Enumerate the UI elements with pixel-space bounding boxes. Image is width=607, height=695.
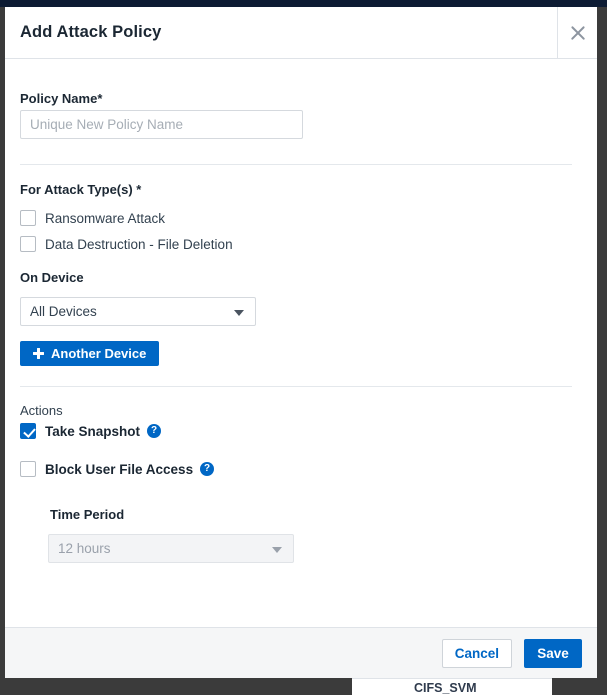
dialog-title: Add Attack Policy xyxy=(20,23,161,42)
add-another-device-button[interactable]: Another Device xyxy=(20,341,159,366)
dialog-header: Add Attack Policy xyxy=(5,7,597,59)
checkbox-row-block-user-file-access[interactable]: Block User File Access ? xyxy=(20,461,214,477)
policy-name-label: Policy Name* xyxy=(20,91,102,106)
help-icon-take-snapshot[interactable]: ? xyxy=(147,424,161,438)
checkbox-block-user-file-access[interactable] xyxy=(20,461,36,477)
chevron-down-icon xyxy=(234,310,244,316)
dialog-body: Policy Name* For Attack Type(s) * Ransom… xyxy=(5,59,597,627)
add-another-device-label: Another Device xyxy=(51,346,146,361)
checkbox-row-data-destruction[interactable]: Data Destruction - File Deletion xyxy=(20,236,233,252)
help-icon-block-user-file-access[interactable]: ? xyxy=(200,462,214,476)
actions-label: Actions xyxy=(20,403,63,418)
screen: CIFS_SVM Add Attack Policy Policy Name* … xyxy=(0,0,607,695)
page-scrollbar-right[interactable] xyxy=(597,7,607,695)
divider-2 xyxy=(20,386,572,387)
save-button[interactable]: Save xyxy=(524,639,582,668)
on-device-select[interactable]: All Devices xyxy=(20,297,256,326)
chevron-down-icon-time-period xyxy=(272,547,282,553)
checkbox-row-ransomware-attack[interactable]: Ransomware Attack xyxy=(20,210,165,226)
close-icon xyxy=(569,24,587,42)
divider-1 xyxy=(20,164,572,165)
on-device-label: On Device xyxy=(20,270,84,285)
time-period-selected-value: 12 hours xyxy=(49,541,111,556)
time-period-select[interactable]: 12 hours xyxy=(48,534,294,563)
time-period-label: Time Period xyxy=(50,507,124,522)
close-button[interactable] xyxy=(557,7,597,58)
app-top-bar xyxy=(0,0,607,7)
dialog-footer: Cancel Save xyxy=(5,627,597,678)
add-attack-policy-dialog: Add Attack Policy Policy Name* For Attac… xyxy=(5,7,597,678)
policy-name-input[interactable] xyxy=(20,110,303,139)
on-device-selected-value: All Devices xyxy=(21,304,97,319)
checkbox-row-take-snapshot[interactable]: Take Snapshot ? xyxy=(20,423,161,439)
background-partial-label: CIFS_SVM xyxy=(414,681,477,695)
checkbox-label-block-user-file-access: Block User File Access xyxy=(45,462,193,477)
checkbox-data-destruction[interactable] xyxy=(20,236,36,252)
checkbox-label-data-destruction: Data Destruction - File Deletion xyxy=(45,237,233,252)
plus-icon xyxy=(33,348,44,359)
checkbox-take-snapshot[interactable] xyxy=(20,423,36,439)
checkbox-ransomware-attack[interactable] xyxy=(20,210,36,226)
checkbox-label-take-snapshot: Take Snapshot xyxy=(45,424,140,439)
checkbox-label-ransomware-attack: Ransomware Attack xyxy=(45,211,165,226)
cancel-button[interactable]: Cancel xyxy=(442,639,512,668)
attack-types-label: For Attack Type(s) * xyxy=(20,182,141,197)
